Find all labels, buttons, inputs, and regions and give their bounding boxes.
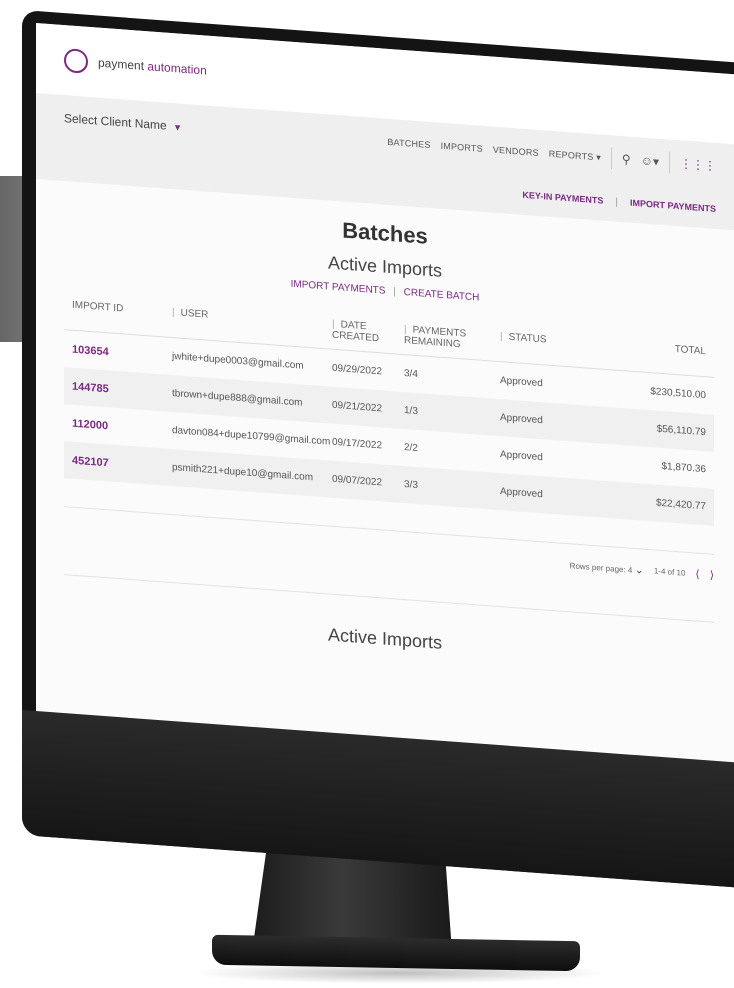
header-import-id[interactable]: IMPORT ID [64,299,172,329]
cell-status: Approved [500,486,543,501]
cell-total: $56,110.79 [656,423,706,439]
import-id-link[interactable]: 144785 [64,380,172,400]
header-user[interactable]: | USER [172,307,332,341]
page-range: 1-4 of 10 [653,566,686,578]
cell-date: 09/21/2022 [332,399,383,415]
brand-name: payment automation [98,56,207,78]
client-select-label: Select Client Name [64,111,167,133]
nav-divider [669,151,670,174]
cell-remaining: 2/2 [404,442,418,455]
imports-table: IMPORT ID | USER | DATE CREATED | PAYMENTS … [64,299,714,526]
cell-remaining: 3/4 [404,368,418,381]
cell-user: tbrown+dupe888@gmail.com [172,388,303,409]
cell-user: psmith221+dupe10@gmail.com [172,462,314,484]
monitor-stand-base [212,934,580,972]
cell-status: Approved [500,412,543,427]
nav-reports-label: REPORTS [548,148,594,162]
cell-status: Approved [500,449,543,464]
header-status[interactable]: | STATUS [500,331,586,359]
header-payments-remaining[interactable]: | PAYMENTS REMAINING [404,324,500,353]
nav-imports[interactable]: IMPORTS [441,141,483,154]
import-payments-sub-link[interactable]: IMPORT PAYMENTS [291,279,386,297]
cell-date: 09/07/2022 [332,473,383,489]
monitor-screen: payment automation Select Client Name ▼ … [36,23,734,763]
rows-per-page-select[interactable]: Rows per page: 4 ⌄ [570,558,644,576]
cell-user: davton084+dupe10799@gmail.com [172,425,331,448]
cell-total: $22,420.77 [655,497,706,513]
cell-total: $230,510.00 [650,386,706,402]
header-date-created[interactable]: | DATE CREATED [332,319,404,346]
header-total[interactable]: TOTAL [586,337,714,368]
create-batch-link[interactable]: CREATE BATCH [404,287,480,304]
cell-status: Approved [500,375,543,390]
apps-grid-icon[interactable]: ⋮⋮⋮ [680,156,716,173]
cell-date: 09/17/2022 [332,436,383,452]
cell-remaining: 3/3 [404,479,418,492]
action-divider: | [615,196,618,208]
chevron-right-icon[interactable]: ⟩ [710,569,714,582]
chevron-down-icon: ⌄ [634,563,644,577]
chevron-left-icon[interactable]: ⟨ [695,567,699,580]
cell-user: jwhite+dupe0003@gmail.com [172,351,304,372]
client-select[interactable]: Select Client Name ▼ [64,111,182,134]
logo-icon [64,48,88,74]
monitor-bezel: payment automation Select Client Name ▼ … [22,10,734,888]
brand-light: payment [98,55,145,73]
key-in-payments-link[interactable]: KEY-IN PAYMENTS [522,190,603,206]
import-payments-link[interactable]: IMPORT PAYMENTS [630,198,716,214]
nav-vendors[interactable]: VENDORS [493,145,539,158]
sub-link-divider: | [393,286,396,298]
nav-batches[interactable]: BATCHES [387,137,430,150]
user-icon[interactable]: ☺▾ [641,153,659,168]
nav-divider [610,147,612,170]
brand-bold: automation [147,59,207,78]
import-id-link[interactable]: 103654 [64,343,172,363]
search-icon[interactable]: ⚲ [622,152,631,167]
caret-down-icon: ▼ [173,122,182,133]
cell-total: $1,870.36 [661,460,707,476]
import-id-link[interactable]: 452107 [64,454,172,474]
cell-date: 09/29/2022 [332,362,383,378]
cell-remaining: 1/3 [404,405,418,418]
second-section-title: Active Imports [327,624,443,653]
nav-reports[interactable]: REPORTS ▾ [549,148,601,163]
import-id-link[interactable]: 112000 [64,417,172,437]
